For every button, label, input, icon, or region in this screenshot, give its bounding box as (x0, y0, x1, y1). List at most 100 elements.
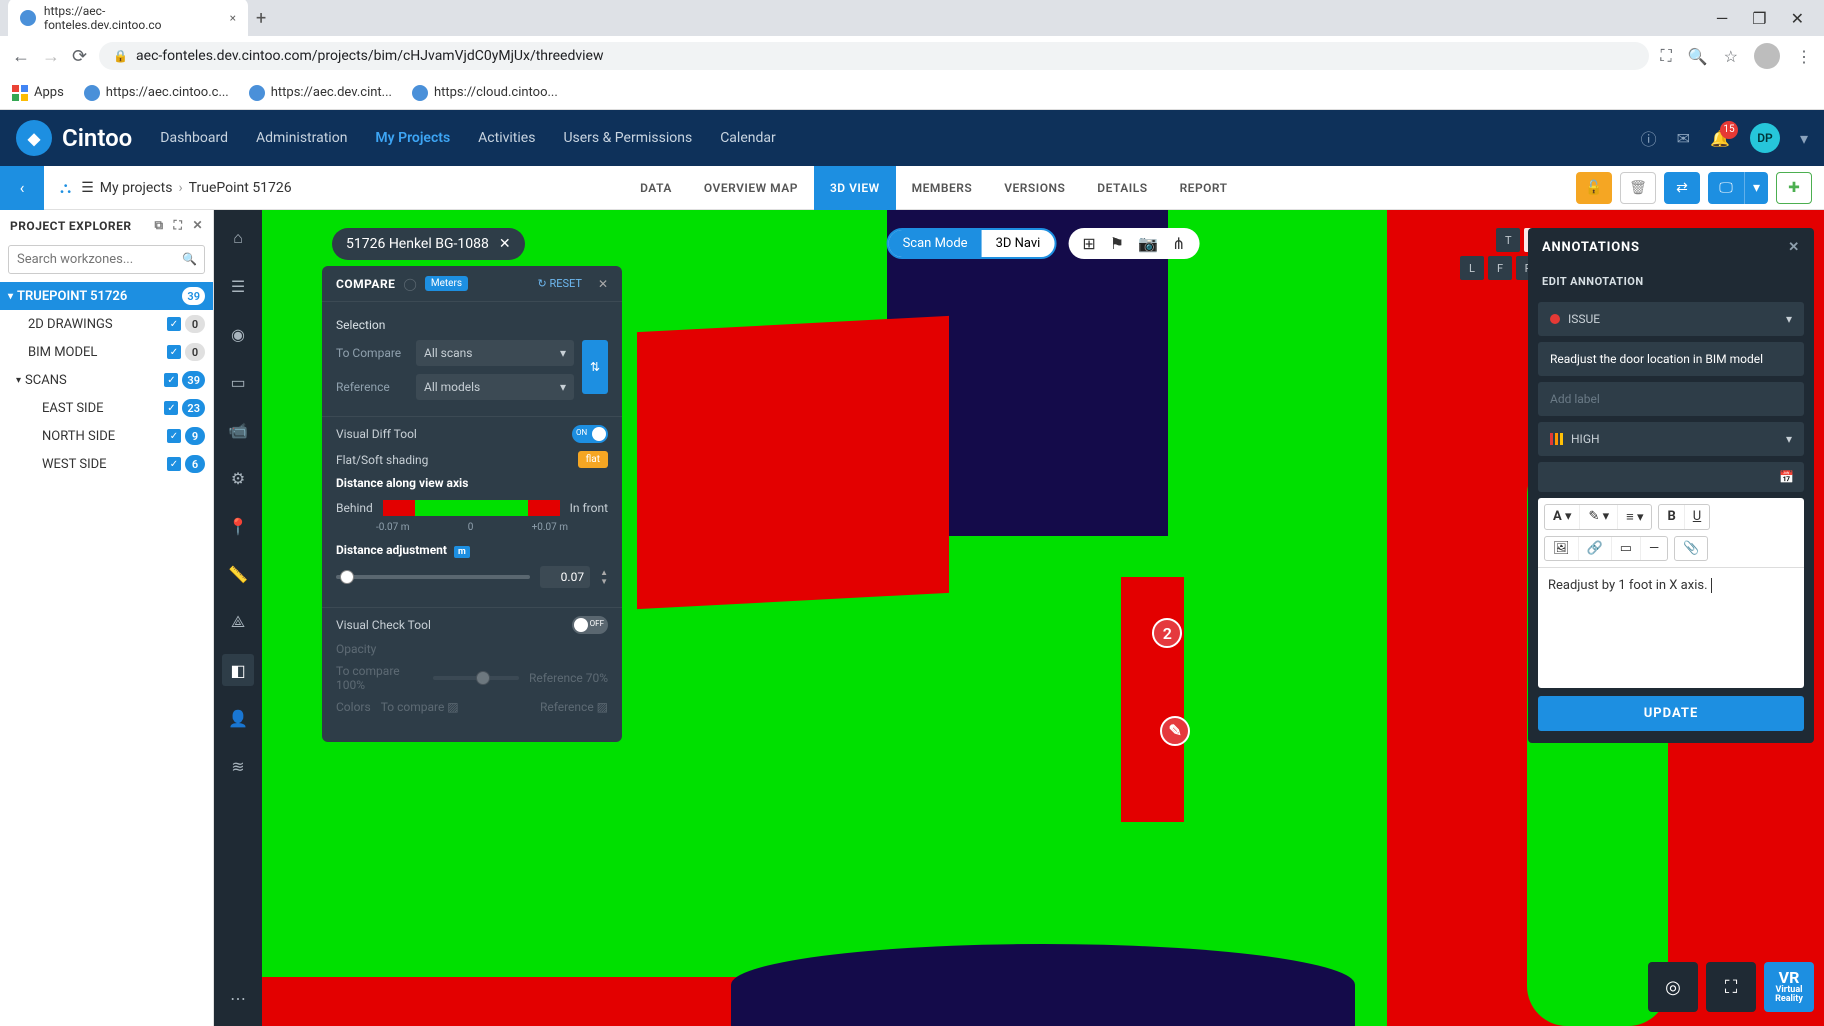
nav-administration[interactable]: Administration (256, 130, 347, 146)
scan-mode-button[interactable]: Scan Mode (889, 230, 982, 257)
reset-button[interactable]: ↻ RESET (538, 277, 582, 290)
annotation-title-field[interactable]: Readjust the door location in BIM model (1538, 342, 1804, 376)
checkbox-icon[interactable]: ✓ (167, 345, 181, 359)
underline-button[interactable]: U (1685, 505, 1709, 529)
cube-top[interactable]: T (1496, 228, 1520, 252)
add-button[interactable]: ✚ (1776, 172, 1812, 204)
bold-button[interactable]: B (1659, 505, 1684, 529)
address-bar[interactable]: 🔒 aec-fonteles.dev.cintoo.com/projects/b… (99, 42, 1648, 70)
scan-tag[interactable]: 51726 Henkel BG-1088 ✕ (332, 228, 525, 260)
color-button[interactable]: ✎ ▾ (1580, 505, 1618, 529)
crop-icon[interactable]: ⟁ (222, 606, 254, 638)
breadcrumb-root[interactable]: My projects (100, 180, 173, 196)
mail-icon[interactable]: ✉ (1677, 129, 1690, 148)
new-tab-button[interactable]: + (256, 8, 266, 29)
nav-users[interactable]: Users & Permissions (563, 130, 692, 146)
profile-icon[interactable] (1754, 43, 1780, 69)
checkbox-icon[interactable]: ✓ (164, 373, 178, 387)
menu-icon[interactable]: ☰ (81, 180, 94, 196)
reload-icon[interactable]: ⟳ (72, 46, 87, 67)
bookmark-3[interactable]: https://cloud.cintoo... (412, 85, 558, 101)
font-button[interactable]: A ▾ (1545, 505, 1580, 529)
menu-icon[interactable]: ⋮ (1796, 47, 1812, 66)
user-avatar[interactable]: DP (1750, 123, 1780, 153)
fullscreen-button[interactable]: ⛶ (1706, 962, 1756, 1012)
align-button[interactable]: ≡ ▾ (1618, 505, 1651, 529)
units-badge[interactable]: Meters (425, 276, 468, 291)
share-icon[interactable]: ⋔ (1172, 234, 1185, 253)
globe-icon[interactable]: ◉ (222, 318, 254, 350)
minimize-icon[interactable]: — (1716, 9, 1729, 28)
zoom-icon[interactable]: 🔍 (1688, 47, 1708, 66)
search-icon[interactable]: 🔍 (182, 252, 197, 266)
breadcrumb-project[interactable]: TruePoint 51726 (189, 180, 292, 196)
close-icon[interactable]: × (230, 11, 236, 25)
tab-members[interactable]: MEMBERS (896, 166, 989, 210)
reference-select[interactable]: All models▾ (416, 374, 574, 400)
back-icon[interactable]: ← (12, 46, 30, 67)
tree-item-east[interactable]: EAST SIDE ✓23 (0, 394, 213, 422)
tree-root[interactable]: ▾ TRUEPOINT 51726 39 (0, 282, 213, 310)
attach-button[interactable]: 📎 (1675, 537, 1707, 560)
checkbox-icon[interactable]: ✓ (167, 457, 181, 471)
logo[interactable]: ◆ Cintoo (16, 120, 132, 156)
annotation-body[interactable]: Readjust by 1 foot in X axis. (1538, 568, 1804, 688)
camera-icon[interactable]: 📷 (1138, 234, 1158, 253)
step-up[interactable]: ▲ (600, 568, 608, 577)
cube-front[interactable]: F (1488, 256, 1512, 280)
tab-details[interactable]: DETAILS (1081, 166, 1163, 210)
pin-icon[interactable]: 📍 (222, 510, 254, 542)
back-button[interactable]: ‹ (0, 166, 44, 210)
gyro-button[interactable]: ◎ (1648, 962, 1698, 1012)
bookmark-1[interactable]: https://aec.cintoo.c... (84, 85, 229, 101)
home-icon[interactable]: ⌂ (222, 222, 254, 254)
tab-versions[interactable]: VERSIONS (988, 166, 1081, 210)
cube-left[interactable]: L (1460, 256, 1484, 280)
apps-bookmark[interactable]: Apps (12, 85, 64, 101)
video-button[interactable]: ▭ (1612, 537, 1641, 560)
copy-icon[interactable]: ⧉ (154, 218, 163, 233)
present-button[interactable]: 🖵 (1708, 172, 1744, 204)
stack-icon[interactable]: ≋ (222, 750, 254, 782)
tab-data[interactable]: DATA (624, 166, 688, 210)
nav-dashboard[interactable]: Dashboard (160, 130, 228, 146)
close-icon[interactable]: ✕ (499, 236, 511, 252)
step-down[interactable]: ▼ (600, 577, 608, 586)
expand-icon[interactable]: ⛶ (174, 218, 183, 233)
flag-icon[interactable]: ⚑ (1110, 234, 1124, 253)
hr-button[interactable]: — (1641, 537, 1667, 560)
translate-icon[interactable]: ⛶ (1661, 46, 1672, 66)
swap-button[interactable]: ⇄ (1664, 172, 1700, 204)
checkbox-icon[interactable]: ✓ (167, 317, 181, 331)
unlock-button[interactable]: 🔓 (1576, 172, 1612, 204)
link-button[interactable]: 🔗 (1579, 537, 1612, 560)
info-icon[interactable]: ⓘ (1641, 126, 1657, 150)
distance-input[interactable]: 0.07 (540, 566, 590, 588)
annotation-priority-select[interactable]: HIGH ▾ (1538, 422, 1804, 456)
checkbox-icon[interactable]: ✓ (167, 429, 181, 443)
annotation-type-select[interactable]: ISSUE ▾ (1538, 302, 1804, 336)
more-icon[interactable]: ⋯ (222, 982, 254, 1014)
close-window-icon[interactable]: ✕ (1791, 9, 1804, 28)
viewport-3d[interactable]: 51726 Henkel BG-1088 ✕ Scan Mode 3D Navi… (262, 210, 1824, 1026)
screen-icon[interactable]: ▭ (222, 366, 254, 398)
maximize-icon[interactable]: ❐ (1752, 9, 1766, 28)
close-icon[interactable]: ✕ (598, 277, 608, 291)
visual-diff-toggle[interactable]: ON (572, 425, 608, 443)
person-icon[interactable]: 👤 (222, 702, 254, 734)
bookmark-2[interactable]: https://aec.dev.cint... (249, 85, 392, 101)
grid-icon[interactable]: ⊞ (1082, 234, 1095, 253)
tab-overview[interactable]: OVERVIEW MAP (688, 166, 814, 210)
tree-item-2d[interactable]: 2D DRAWINGS ✓0 (0, 310, 213, 338)
tree-item-west[interactable]: WEST SIDE ✓6 (0, 450, 213, 478)
ruler-icon[interactable]: 📏 (222, 558, 254, 590)
distance-slider[interactable] (336, 575, 530, 579)
star-icon[interactable]: ☆ (1724, 47, 1738, 66)
search-input[interactable] (8, 245, 205, 274)
compare-icon[interactable]: ◧ (222, 654, 254, 686)
visual-check-toggle[interactable]: OFF (572, 616, 608, 634)
chevron-down-icon[interactable]: ▾ (1800, 129, 1808, 148)
nav-calendar[interactable]: Calendar (720, 130, 776, 146)
nav-activities[interactable]: Activities (478, 130, 535, 146)
close-icon[interactable]: ✕ (192, 218, 203, 233)
